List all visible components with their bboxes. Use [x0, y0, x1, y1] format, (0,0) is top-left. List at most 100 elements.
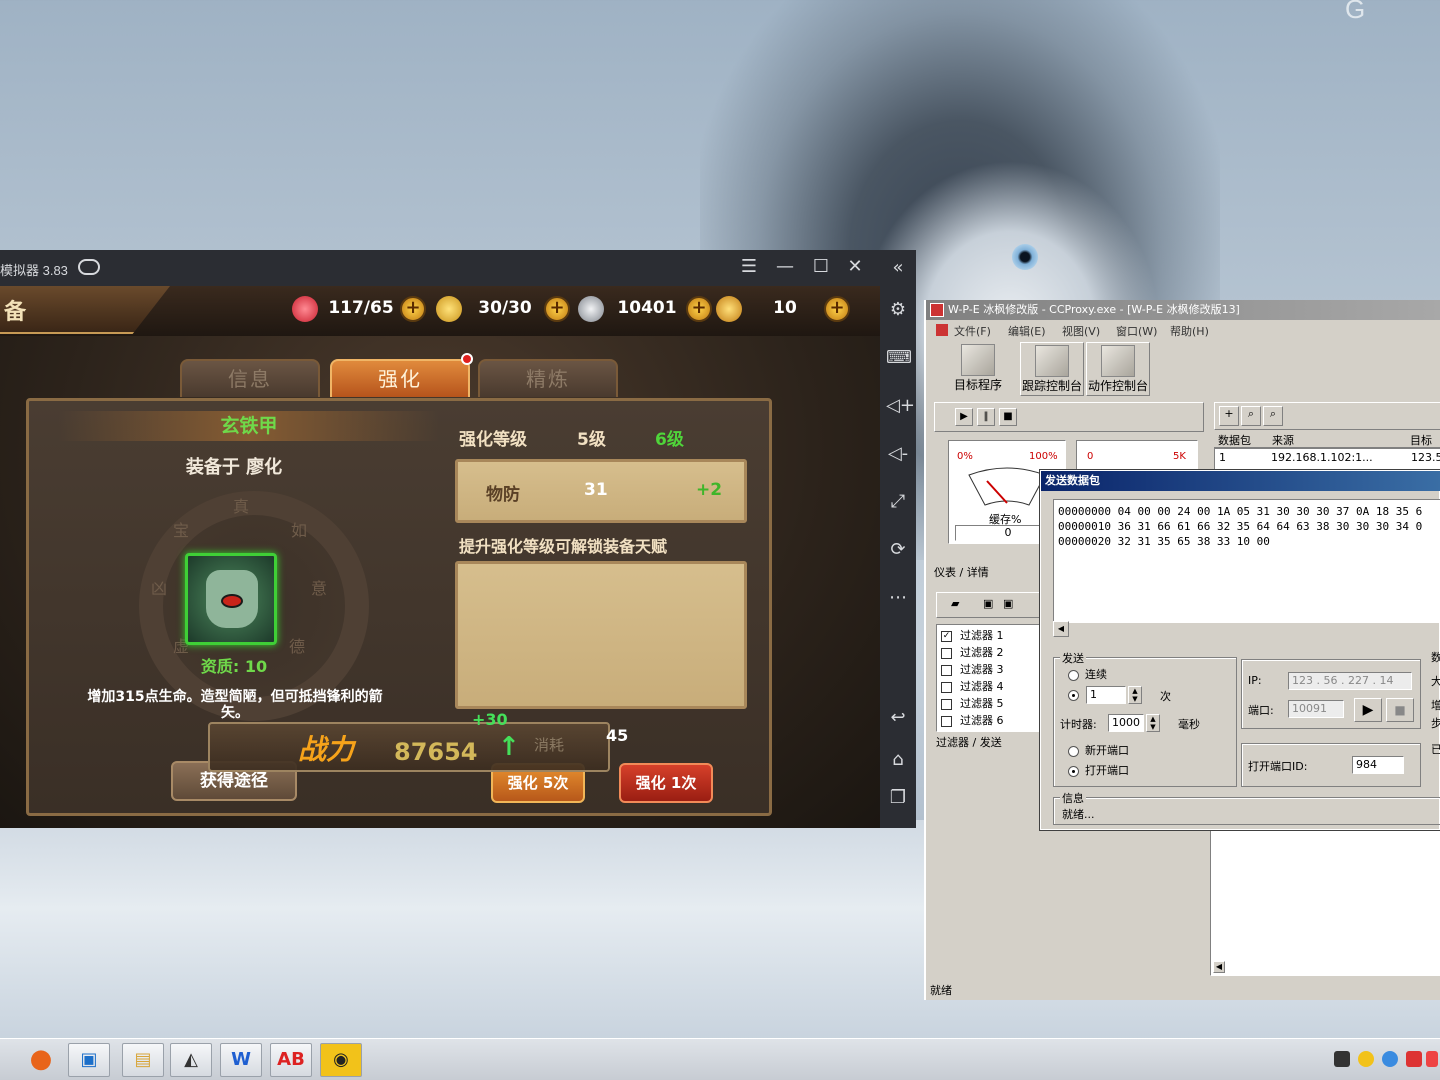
tab-detail[interactable]: 详情: [967, 566, 989, 579]
list-item[interactable]: 过滤器 5: [941, 695, 1004, 711]
timer-spinner[interactable]: ▲ ▼: [1146, 714, 1160, 732]
wps-icon[interactable]: W: [220, 1043, 262, 1077]
scroll-left-icon[interactable]: ◀: [1213, 961, 1225, 973]
radio-times[interactable]: [1068, 689, 1079, 701]
menu-edit[interactable]: 编辑(E): [1008, 323, 1046, 339]
game-topbar: 备 117/65 + 30/30 + 10401 + 10 +: [0, 286, 880, 336]
more-icon[interactable]: ⋯: [886, 586, 910, 610]
add-health-button[interactable]: +: [400, 296, 426, 322]
open-port-option[interactable]: 打开端口: [1068, 762, 1129, 778]
firefox-icon[interactable]: ●: [20, 1043, 62, 1077]
mail-tray-icon[interactable]: [1334, 1051, 1350, 1067]
timer-input[interactable]: 1000: [1108, 714, 1144, 732]
virtualbox-icon[interactable]: ▣: [68, 1043, 110, 1077]
target-program-button[interactable]: 目标程序: [942, 342, 1014, 396]
right-edge-char: 大: [1431, 675, 1440, 688]
enhance-1-button[interactable]: 强化 1次: [619, 763, 713, 803]
radio-new-port[interactable]: [1068, 745, 1079, 757]
volume-up-icon[interactable]: ◁+: [886, 394, 915, 418]
tab-gauge[interactable]: 仪表: [934, 566, 956, 579]
home-icon[interactable]: ⌂: [886, 748, 910, 772]
file-explorer-icon[interactable]: ▤: [122, 1043, 164, 1077]
action-console-button[interactable]: 动作控制台: [1086, 342, 1150, 396]
table-row[interactable]: 1 192.168.1.102:1... 123.5: [1215, 451, 1440, 467]
radio-continuous[interactable]: [1068, 669, 1079, 681]
menu-file[interactable]: 文件(F): [954, 323, 991, 339]
col-packet[interactable]: 数据包: [1218, 432, 1251, 448]
tab-info[interactable]: 信息: [180, 359, 320, 397]
filter-checkbox[interactable]: [941, 664, 952, 676]
list-item[interactable]: 过滤器 6: [941, 712, 1004, 728]
back-icon[interactable]: ↩: [886, 706, 910, 730]
continuous-option[interactable]: 连续: [1068, 666, 1107, 682]
list-item[interactable]: 过滤器 2: [941, 644, 1004, 660]
close-tray-icon[interactable]: [1426, 1051, 1438, 1067]
armor-item-icon[interactable]: [185, 553, 277, 645]
play-icon[interactable]: ▶: [955, 408, 973, 426]
rotate-icon[interactable]: ⟳: [886, 538, 910, 562]
ip-input[interactable]: 123 . 56 . 227 . 14: [1288, 672, 1412, 690]
maximize-button[interactable]: ☐: [808, 256, 834, 277]
ab-icon[interactable]: AB: [270, 1043, 312, 1077]
tab-refine[interactable]: 精炼: [478, 359, 618, 397]
menu-help[interactable]: 帮助(H): [1170, 323, 1209, 339]
filter-tabs: 过滤器 / 发送: [936, 736, 1002, 749]
list-item[interactable]: ✓ 过滤器 1: [941, 627, 1004, 643]
add-icon[interactable]: +: [1219, 406, 1239, 426]
packet-list-header: 数据包 来源 目标: [1214, 430, 1440, 448]
recent-apps-icon[interactable]: ❐: [886, 786, 910, 810]
chat-tray-icon[interactable]: [1358, 1051, 1374, 1067]
new-port-option[interactable]: 新开端口: [1068, 742, 1129, 758]
pause-icon[interactable]: ‖: [977, 408, 995, 426]
stop-icon[interactable]: ■: [999, 408, 1017, 426]
flag-tray-icon[interactable]: [1406, 1051, 1422, 1067]
network-tray-icon[interactable]: [1382, 1051, 1398, 1067]
collapse-icon[interactable]: «: [886, 256, 910, 280]
add-stamina-button[interactable]: +: [544, 296, 570, 322]
power-value: 87654: [394, 738, 478, 766]
times-input[interactable]: 1: [1086, 686, 1126, 704]
menu-view[interactable]: 视图(V): [1062, 323, 1100, 339]
port-input[interactable]: 10091: [1288, 700, 1344, 718]
add-gold-button[interactable]: +: [824, 296, 850, 322]
col-source[interactable]: 来源: [1272, 432, 1294, 448]
add-silver-button[interactable]: +: [686, 296, 712, 322]
folder-open-icon[interactable]: ▰: [951, 597, 959, 610]
minimize-button[interactable]: —: [772, 256, 798, 277]
trace-console-label: 跟踪控制台: [1021, 379, 1082, 393]
radio-open-port[interactable]: [1068, 765, 1079, 777]
search-next-icon[interactable]: ⌕: [1263, 406, 1283, 426]
filter-checkbox[interactable]: [941, 681, 952, 693]
volume-down-icon[interactable]: ◁-: [886, 442, 910, 466]
save-icon[interactable]: ▣: [983, 597, 993, 610]
col-target[interactable]: 目标: [1410, 432, 1432, 448]
trace-console-button[interactable]: 跟踪控制台: [1020, 342, 1084, 396]
tab-filter[interactable]: 过滤器: [936, 736, 969, 749]
chat-icon[interactable]: ◉: [320, 1043, 362, 1077]
scroll-left-icon[interactable]: ◀: [1053, 621, 1069, 637]
gear-icon[interactable]: ⚙: [886, 298, 910, 322]
packet-tool-icon[interactable]: ◭: [170, 1043, 212, 1077]
hex-view[interactable]: 00000000 04 00 00 24 00 1A 05 31 30 30 3…: [1053, 499, 1440, 623]
send-play-button[interactable]: ▶: [1354, 698, 1382, 722]
times-option[interactable]: [1068, 688, 1085, 701]
filter-checkbox[interactable]: [941, 715, 952, 727]
menu-button[interactable]: ☰: [736, 256, 762, 277]
filter-checkbox[interactable]: ✓: [941, 630, 952, 642]
keyboard-icon[interactable]: ⌨: [886, 346, 912, 370]
fullscreen-icon[interactable]: ⤢: [886, 490, 910, 514]
open-port-id-input[interactable]: 984: [1352, 756, 1404, 774]
menu-window[interactable]: 窗口(W): [1116, 323, 1157, 339]
list-item[interactable]: 过滤器 3: [941, 661, 1004, 677]
tab-send[interactable]: 发送: [980, 736, 1002, 749]
save-all-icon[interactable]: ▣: [1003, 597, 1013, 610]
send-stop-button[interactable]: ■: [1386, 698, 1414, 722]
search-icon[interactable]: ⌕: [1241, 406, 1261, 426]
tab-enhance[interactable]: 强化: [330, 359, 470, 397]
list-item[interactable]: 过滤器 4: [941, 678, 1004, 694]
close-button[interactable]: ✕: [842, 256, 868, 277]
times-spinner[interactable]: ▲ ▼: [1128, 686, 1142, 704]
filter-checkbox[interactable]: [941, 698, 952, 710]
gamepad-icon[interactable]: [78, 259, 100, 275]
filter-checkbox[interactable]: [941, 647, 952, 659]
